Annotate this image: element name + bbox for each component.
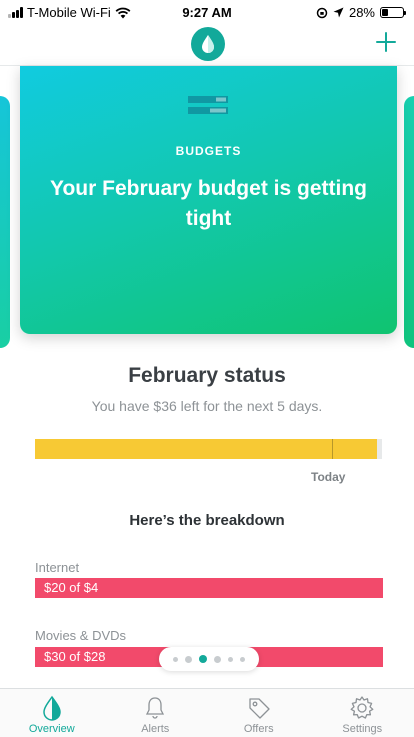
page-dot[interactable] xyxy=(228,656,233,662)
budget-progress-fill xyxy=(35,439,377,459)
tab-label: Overview xyxy=(28,723,75,735)
budget-alert-card[interactable]: BUDGETS Your February budget is getting … xyxy=(20,66,397,334)
breakdown-title: Here’s the breakdown xyxy=(129,512,285,529)
next-card-peek[interactable] xyxy=(404,96,414,348)
nav-bar xyxy=(0,26,414,66)
card-category: BUDGETS xyxy=(175,144,242,158)
gear-icon xyxy=(350,696,374,719)
tab-overview[interactable]: Overview xyxy=(0,689,104,737)
page-indicator[interactable] xyxy=(159,647,259,671)
drop-logo-icon[interactable] xyxy=(191,27,225,61)
page-dot[interactable] xyxy=(240,656,245,662)
tab-label: Alerts xyxy=(141,723,170,735)
battery-percent: 28% xyxy=(348,5,375,20)
bell-icon xyxy=(146,697,165,719)
tag-icon xyxy=(249,698,270,719)
location-icon xyxy=(333,7,344,18)
category-label-internet: Internet xyxy=(35,560,80,575)
page-dot-active[interactable] xyxy=(199,655,207,663)
today-marker xyxy=(332,439,334,459)
tab-alerts[interactable]: Alerts xyxy=(104,689,208,737)
rotation-lock-icon xyxy=(316,7,328,18)
page-dot[interactable] xyxy=(214,655,221,663)
status-title: February status xyxy=(128,364,286,387)
page-dot[interactable] xyxy=(185,655,192,663)
tab-label: Offers xyxy=(243,723,274,735)
battery-icon xyxy=(380,7,406,18)
status-bar: T-Mobile Wi-Fi 9:27 AM 28% xyxy=(0,0,414,26)
drop-icon xyxy=(42,695,61,721)
tab-label: Settings xyxy=(342,723,383,735)
screen: T-Mobile Wi-Fi 9:27 AM 28% BUDGETS Your … xyxy=(0,0,414,737)
plus-icon[interactable] xyxy=(374,30,398,54)
status-right: 28% xyxy=(316,5,406,20)
category-bar-internet[interactable]: $20 of $4 xyxy=(35,578,383,598)
tab-settings[interactable]: Settings xyxy=(311,689,414,737)
today-label: Today xyxy=(311,470,346,484)
tab-bar: Overview Alerts Offers Settings xyxy=(0,688,414,737)
budget-bars-icon xyxy=(188,96,228,114)
previous-card-peek[interactable] xyxy=(0,96,10,348)
page-dot[interactable] xyxy=(173,656,178,662)
category-label-movies: Movies & DVDs xyxy=(35,628,127,643)
card-title: Your February budget is getting tight xyxy=(50,177,367,230)
tab-offers[interactable]: Offers xyxy=(207,689,311,737)
budget-progress-bar xyxy=(35,439,382,459)
status-subtitle: You have $36 left for the next 5 days. xyxy=(91,398,323,414)
